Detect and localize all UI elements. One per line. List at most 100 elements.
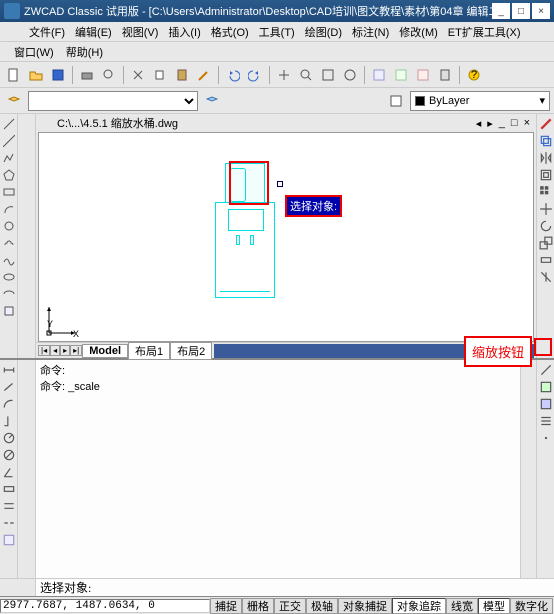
trim-icon[interactable] xyxy=(538,269,554,285)
status-polar[interactable]: 极轴 xyxy=(306,598,338,614)
pline-icon[interactable] xyxy=(1,150,17,166)
dim-arc-icon[interactable] xyxy=(1,396,17,412)
dim-base-icon[interactable] xyxy=(1,498,17,514)
doc-close-icon[interactable]: × xyxy=(522,117,532,130)
dim-dia-icon[interactable] xyxy=(1,447,17,463)
maximize-button[interactable]: □ xyxy=(512,3,530,19)
menu-tools[interactable]: 工具(T) xyxy=(254,24,300,40)
doc-min-icon[interactable]: _ xyxy=(497,117,507,130)
dim-space-icon[interactable] xyxy=(1,532,17,548)
match-icon[interactable] xyxy=(194,65,214,85)
array-icon[interactable] xyxy=(538,184,554,200)
close-button[interactable]: × xyxy=(532,3,550,19)
menu-edit[interactable]: 编辑(E) xyxy=(70,24,117,40)
props-icon[interactable] xyxy=(369,65,389,85)
move-icon[interactable] xyxy=(538,201,554,217)
spline-icon[interactable] xyxy=(1,252,17,268)
tab-prev-icon[interactable]: ◂ xyxy=(50,345,60,356)
xline-icon[interactable] xyxy=(1,133,17,149)
scale-icon[interactable] xyxy=(538,235,554,251)
redo-icon[interactable] xyxy=(245,65,265,85)
dim-linear-icon[interactable] xyxy=(1,362,17,378)
zoom-rt-icon[interactable] xyxy=(296,65,316,85)
layer-select[interactable] xyxy=(28,91,198,111)
command-history[interactable]: 命令: 命令: _scale xyxy=(36,360,520,578)
cut-icon[interactable] xyxy=(128,65,148,85)
copy-icon[interactable] xyxy=(150,65,170,85)
menu-et[interactable]: ET扩展工具(X) xyxy=(443,24,526,40)
print-icon[interactable] xyxy=(77,65,97,85)
status-ortho[interactable]: 正交 xyxy=(274,598,306,614)
menu-insert[interactable]: 插入(I) xyxy=(163,24,205,40)
region-icon[interactable] xyxy=(538,396,554,412)
command-input[interactable]: 选择对象: xyxy=(36,579,554,596)
menu-window[interactable]: 窗口(W) xyxy=(8,44,60,60)
status-tablet[interactable]: 数字化 xyxy=(510,598,553,614)
status-otrack[interactable]: 对象追踪 xyxy=(392,598,446,614)
rotate-icon[interactable] xyxy=(538,218,554,234)
doc-max-icon[interactable]: □ xyxy=(509,117,520,130)
coords-readout[interactable]: 2977.7687, 1487.0634, 0 xyxy=(0,599,210,613)
offset-icon[interactable] xyxy=(538,167,554,183)
status-model[interactable]: 模型 xyxy=(478,598,510,614)
dim-aligned-icon[interactable] xyxy=(1,379,17,395)
tab-next-icon[interactable]: ▸ xyxy=(60,345,70,356)
insert-icon[interactable] xyxy=(1,303,17,319)
revcloud-icon[interactable] xyxy=(1,235,17,251)
doc-nav-right-icon[interactable]: ▸ xyxy=(485,117,495,130)
ellipse-icon[interactable] xyxy=(1,269,17,285)
save-icon[interactable] xyxy=(48,65,68,85)
line-icon[interactable] xyxy=(1,116,17,132)
area-icon[interactable] xyxy=(538,379,554,395)
doc-tab-label[interactable]: C:\...\4.5.1 缩放水桶.dwg xyxy=(57,115,178,131)
menu-format[interactable]: 格式(O) xyxy=(206,24,254,40)
color-select[interactable]: ByLayer ▾ xyxy=(410,91,550,111)
dim-quick-icon[interactable] xyxy=(1,481,17,497)
canvas[interactable]: 选择对象: Y X xyxy=(38,132,534,342)
menu-help[interactable]: 帮助(H) xyxy=(60,44,109,60)
pan-icon[interactable] xyxy=(274,65,294,85)
arc-icon[interactable] xyxy=(1,201,17,217)
color-icon[interactable] xyxy=(386,91,406,111)
menu-file[interactable]: 文件(F) xyxy=(24,24,70,40)
cmd-vscrollbar[interactable] xyxy=(520,360,536,578)
dc-icon[interactable] xyxy=(391,65,411,85)
new-icon[interactable] xyxy=(4,65,24,85)
menu-view[interactable]: 视图(V) xyxy=(117,24,164,40)
calc-icon[interactable] xyxy=(435,65,455,85)
undo-icon[interactable] xyxy=(223,65,243,85)
zoom-prev-icon[interactable] xyxy=(340,65,360,85)
dist-icon[interactable] xyxy=(538,362,554,378)
polygon-icon[interactable] xyxy=(1,167,17,183)
tab-last-icon[interactable]: ▸| xyxy=(70,345,82,356)
rect-icon[interactable] xyxy=(1,184,17,200)
erase-icon[interactable] xyxy=(538,116,554,132)
mirror-icon[interactable] xyxy=(538,150,554,166)
status-osnap[interactable]: 对象捕捉 xyxy=(338,598,392,614)
circle-icon[interactable] xyxy=(1,218,17,234)
preview-icon[interactable] xyxy=(99,65,119,85)
layer-prev-icon[interactable] xyxy=(202,91,222,111)
status-snap[interactable]: 捕捉 xyxy=(210,598,242,614)
tp-icon[interactable] xyxy=(413,65,433,85)
tab-model[interactable]: Model xyxy=(82,344,128,358)
menu-draw[interactable]: 绘图(D) xyxy=(300,24,347,40)
status-grid[interactable]: 栅格 xyxy=(242,598,274,614)
zoom-win-icon[interactable] xyxy=(318,65,338,85)
paste-icon[interactable] xyxy=(172,65,192,85)
doc-nav-left-icon[interactable]: ◂ xyxy=(474,117,484,130)
status-lwt[interactable]: 线宽 xyxy=(446,598,478,614)
help-icon[interactable]: ? xyxy=(464,65,484,85)
id-icon[interactable] xyxy=(538,430,554,446)
dim-ang-icon[interactable] xyxy=(1,464,17,480)
tab-layout1[interactable]: 布局1 xyxy=(128,342,170,360)
menu-dimension[interactable]: 标注(N) xyxy=(347,24,394,40)
dim-rad-icon[interactable] xyxy=(1,430,17,446)
stretch-icon[interactable] xyxy=(538,252,554,268)
menu-modify[interactable]: 修改(M) xyxy=(394,24,443,40)
dim-cont-icon[interactable] xyxy=(1,515,17,531)
copy-obj-icon[interactable] xyxy=(538,133,554,149)
dim-ord-icon[interactable] xyxy=(1,413,17,429)
layer-mgr-icon[interactable] xyxy=(4,91,24,111)
minimize-button[interactable]: _ xyxy=(492,3,510,19)
